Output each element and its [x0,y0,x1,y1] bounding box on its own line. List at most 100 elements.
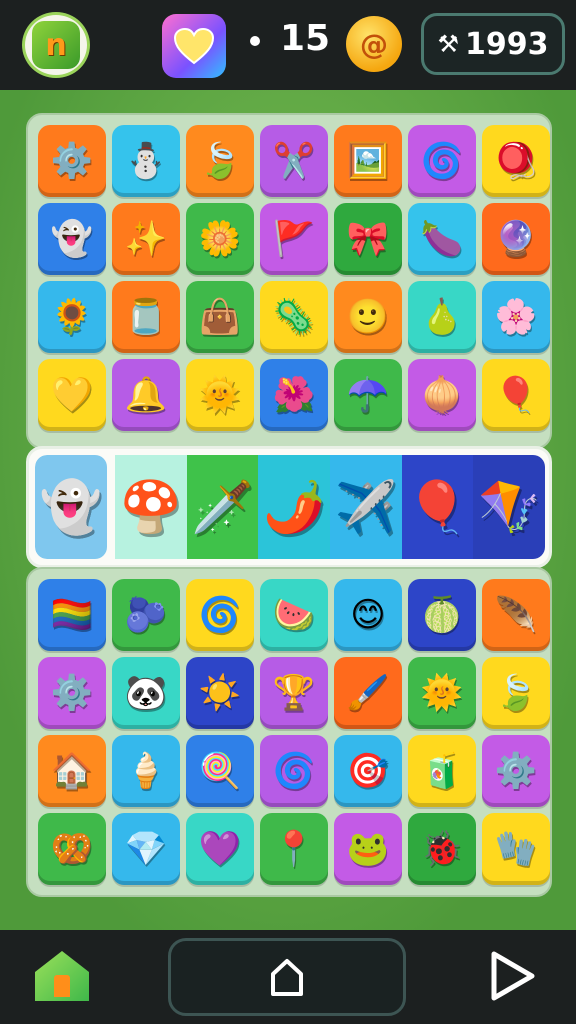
tile-feather[interactable]: 🪶 [482,579,550,651]
coin-icon[interactable]: @ [346,16,402,72]
pepper-icon: 🌶️ [263,477,326,536]
tile-panda[interactable]: 🐼 [112,657,180,729]
tile-pretzel[interactable]: 🥨 [38,813,106,885]
tile-crossed-tools[interactable]: ✂️ [260,125,328,197]
tile-gear-gem[interactable]: ⚙️ [482,735,550,807]
tile-balloon[interactable]: 🎈 [482,359,550,431]
tile-frog[interactable]: 🐸 [334,813,402,885]
tile-sun-face[interactable]: 🌞 [408,657,476,729]
pretzel-icon: 🥨 [50,829,94,869]
center-action-button[interactable] [168,938,406,1016]
tile-lime[interactable]: 🍈 [408,579,476,651]
feather-icon: 🪶 [494,595,538,635]
plane-icon: ✈️ [334,477,397,536]
germ-icon: 🦠 [272,297,316,337]
tile-hibiscus[interactable]: 🌺 [260,359,328,431]
strip-tile-red-balloon[interactable]: 🎈 [401,455,474,559]
smiley-icon: 😊 [350,595,386,635]
bell-icon: 🔔 [124,375,168,415]
tile-berry[interactable]: 🫐 [112,579,180,651]
tile-blue-leaf[interactable]: 🍃 [482,657,550,729]
tile-gear[interactable]: ⚙️ [38,125,106,197]
tile-bag[interactable]: 👜 [186,281,254,353]
tile-jar[interactable]: 🫙 [112,281,180,353]
eggplant-icon: 🍆 [420,219,464,259]
tile-pin[interactable]: 📍 [260,813,328,885]
sparkle-icon: ✨ [124,219,168,259]
flower-icon: 🌻 [50,297,94,337]
play-button[interactable] [480,944,544,1008]
face-icon: 🙂 [346,297,390,337]
tile-flag[interactable]: 🚩 [260,203,328,275]
tile-flower-ring[interactable]: 🌀 [186,579,254,651]
tile-ghost[interactable]: 👻 [38,203,106,275]
tile-snowman[interactable]: ⛄ [112,125,180,197]
tile-rainbow-flag[interactable]: 🏳️‍🌈 [38,579,106,651]
tile-house[interactable]: 🏠 [38,735,106,807]
strip-tile-crowned-ghost[interactable]: 👻 [35,455,107,559]
tile-lollipop[interactable]: 🍭 [186,735,254,807]
strip-tile-plane[interactable]: ✈️ [330,455,402,559]
tile-frame[interactable]: 🖼️ [334,125,402,197]
tile-sun[interactable]: 🌞 [186,359,254,431]
tile-face[interactable]: 🙂 [334,281,402,353]
tile-yo-yo[interactable]: 🪀 [482,125,550,197]
tile-sun-flower[interactable]: 🌼 [186,203,254,275]
tile-eggplant[interactable]: 🍆 [408,203,476,275]
logo-button[interactable]: n [22,12,90,78]
tile-bug[interactable]: 🐞 [408,813,476,885]
tile-bow[interactable]: 🎀 [334,203,402,275]
tile-leaf[interactable]: 🍃 [186,125,254,197]
melon-icon: 🍉 [272,595,316,635]
gear-gem-icon: ⚙️ [494,751,538,791]
mushroom-icon: 🍄 [119,477,182,536]
spiral-icon: 🌀 [420,141,464,181]
tile-smiley[interactable]: 😊 [334,579,402,651]
top-tile-panel: ⚙️ ⛄ 🍃 ✂️ 🖼️ 🌀 🪀 👻 ✨ 🌼 🚩 🎀 🍆 🔮 🌻 🫙 👜 🦠 🙂 🍐 🌸 💛 🔔 🌞 🌺 ☂️ 🧅 🎈 [26,113,552,449]
tile-ice-cream[interactable]: 🍦 [112,735,180,807]
tile-swirl[interactable]: 🌀 [260,735,328,807]
tile-target[interactable]: 🎯 [334,735,402,807]
tile-glove[interactable]: 🧤 [482,813,550,885]
tile-gem[interactable]: 💎 [112,813,180,885]
strip-tile-kite[interactable]: 🪁 [473,455,545,559]
home-button[interactable] [30,944,94,1008]
tile-umbrella[interactable]: ☂️ [334,359,402,431]
jar-icon: 🫙 [124,297,168,337]
trophy-icon: 🏆 [272,673,316,713]
strip-tile-sword[interactable]: 🗡️ [186,455,259,559]
tile-bell[interactable]: 🔔 [112,359,180,431]
heart-icon[interactable] [162,14,226,78]
tile-germ[interactable]: 🦠 [260,281,328,353]
hibiscus-icon: 🌺 [272,375,316,415]
tile-trophy[interactable]: 🏆 [260,657,328,729]
tile-melon[interactable]: 🍉 [260,579,328,651]
ice-cream-icon: 🍦 [124,751,168,791]
logo-icon: n [32,21,80,69]
tile-juice[interactable]: 🧃 [408,735,476,807]
tile-cog[interactable]: ⚙️ [38,657,106,729]
home-icon [35,951,89,1001]
tile-orb[interactable]: 🔮 [482,203,550,275]
heart-balloon-icon: 💛 [50,375,94,415]
strip-tile-pepper[interactable]: 🌶️ [258,455,331,559]
tile-pear[interactable]: 🍐 [408,281,476,353]
orb-icon: 🔮 [494,219,538,259]
tile-heart[interactable]: 💜 [186,813,254,885]
tile-flower[interactable]: 🌻 [38,281,106,353]
sword-icon: 🗡️ [191,477,254,536]
tile-sparkle[interactable]: ✨ [112,203,180,275]
score-display: ⚒ 1993 [421,13,565,75]
leaf-icon: 🍃 [198,141,242,181]
umbrella-icon: ☂️ [346,375,390,415]
tile-blossom[interactable]: 🌸 [482,281,550,353]
tile-heart-balloon[interactable]: 💛 [38,359,106,431]
bottom-tile-grid: 🏳️‍🌈 🫐 🌀 🍉 😊 🍈 🪶 ⚙️ 🐼 ☀️ 🏆 🖌️ 🌞 🍃 🏠 🍦 🍭 🌀 🎯 🧃 ⚙️ 🥨 💎 💜 📍 🐸 🐞 🧤 [38,579,550,885]
strip-tile-mushroom[interactable]: 🍄 [115,455,187,559]
tile-sunburst[interactable]: ☀️ [186,657,254,729]
tile-spiral[interactable]: 🌀 [408,125,476,197]
sun-icon: 🌞 [198,375,242,415]
tile-brush[interactable]: 🖌️ [334,657,402,729]
tile-onion[interactable]: 🧅 [408,359,476,431]
crowned-ghost-icon: 👻 [39,477,103,536]
